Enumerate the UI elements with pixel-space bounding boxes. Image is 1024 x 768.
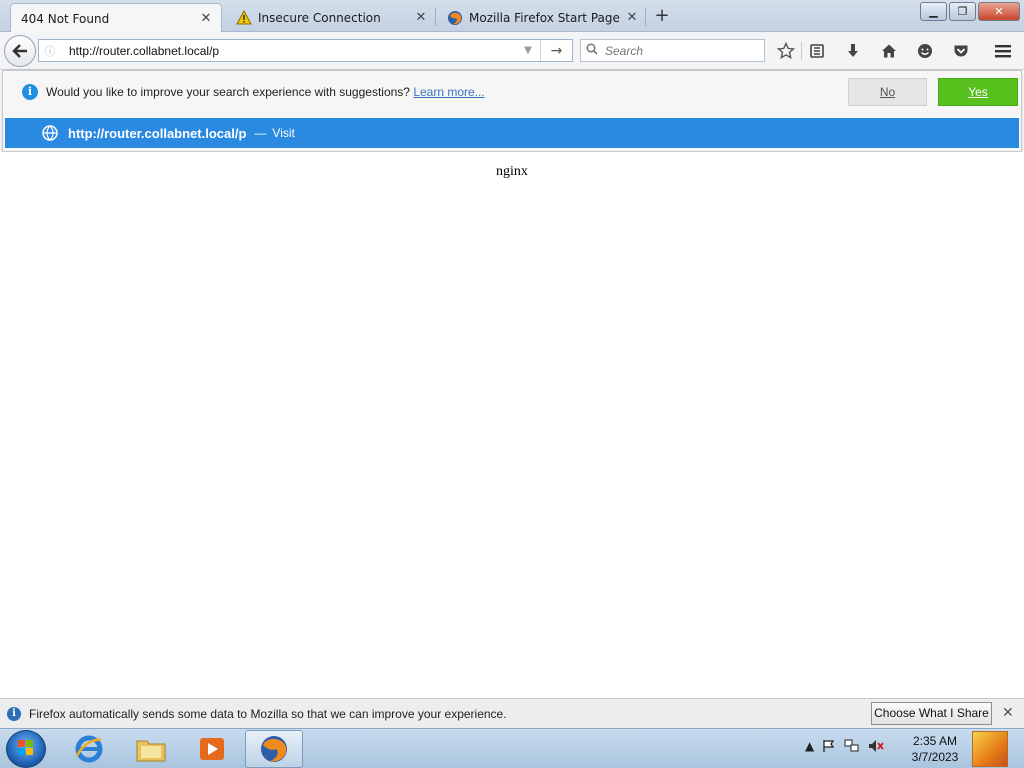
bookmark-star-icon[interactable] <box>776 41 796 61</box>
system-tray: ▲ <box>805 739 884 756</box>
file-explorer-taskbar-icon[interactable] <box>122 730 180 768</box>
server-signature: nginx <box>496 164 528 179</box>
search-suggestions-prompt: i Would you like to improve your search … <box>3 71 1021 115</box>
action-center-flag-icon[interactable] <box>822 739 836 756</box>
clock-time: 2:35 AM <box>912 734 958 748</box>
visit-suggestion-row[interactable]: http://router.collabnet.local/p — Visit <box>5 118 1019 148</box>
info-icon: i <box>7 707 21 721</box>
tab-insecure-connection[interactable]: Insecure Connection ✕ <box>226 3 436 32</box>
toolbar-separator <box>801 42 802 60</box>
suggestions-message: Would you like to improve your search ex… <box>46 85 485 99</box>
tab-strip: 404 Not Found ✕ Insecure Connection ✕ Mo… <box>0 0 1024 33</box>
maximize-button[interactable]: ❐ <box>949 2 976 21</box>
internet-explorer-taskbar-icon[interactable] <box>60 730 118 768</box>
tab-title: Insecure Connection <box>258 10 381 25</box>
page-content: nginx <box>0 152 1024 698</box>
downloads-icon[interactable] <box>843 41 863 61</box>
new-tab-button[interactable]: + <box>652 6 672 26</box>
tab-title: Mozilla Firefox Start Page <box>469 10 620 25</box>
volume-muted-icon[interactable] <box>868 739 884 756</box>
menu-icon[interactable] <box>993 41 1013 61</box>
tab-mozilla-firefox-start-page[interactable]: Mozilla Firefox Start Page ✕ <box>437 3 647 32</box>
network-icon[interactable] <box>844 739 860 756</box>
url-history-dropdown-icon[interactable]: ▼ <box>516 45 540 56</box>
close-tab-icon[interactable]: ✕ <box>199 11 213 26</box>
search-icon[interactable] <box>581 43 603 58</box>
hello-icon[interactable] <box>915 41 935 61</box>
close-window-button[interactable]: ✕ <box>978 2 1020 21</box>
visit-label: Visit <box>272 126 295 140</box>
show-desktop-button[interactable] <box>972 731 1008 767</box>
tab-separator <box>645 8 646 26</box>
search-input[interactable] <box>603 43 764 58</box>
back-arrow-icon <box>12 44 27 58</box>
firefox-icon <box>447 10 463 26</box>
tab-title: 404 Not Found <box>21 11 110 26</box>
tab-404-not-found[interactable]: 404 Not Found ✕ <box>10 3 222 33</box>
data-notification-bar: i Firefox automatically sends some data … <box>0 698 1024 728</box>
url-bar[interactable]: ⓘ ▼ → <box>38 39 573 62</box>
visit-dash: — <box>254 126 267 140</box>
navigation-toolbar: ⓘ ▼ → <box>0 32 1024 70</box>
search-bar[interactable] <box>580 39 765 62</box>
info-icon: i <box>22 84 38 100</box>
close-tab-icon[interactable]: ✕ <box>414 10 428 25</box>
show-hidden-icons-icon[interactable]: ▲ <box>805 739 814 756</box>
notification-message: Firefox automatically sends some data to… <box>29 707 507 721</box>
visit-url: http://router.collabnet.local/p <box>68 125 247 141</box>
no-button[interactable]: No <box>848 78 927 106</box>
tab-separator <box>435 8 436 26</box>
media-player-taskbar-icon[interactable] <box>183 730 241 768</box>
choose-what-i-share-button[interactable]: Choose What I Share <box>871 702 992 725</box>
close-tab-icon[interactable]: ✕ <box>625 10 639 25</box>
start-button[interactable] <box>6 730 46 768</box>
globe-icon <box>42 125 58 141</box>
url-input[interactable] <box>61 43 516 58</box>
window-controls: ▁ ❐ ✕ <box>918 2 1020 21</box>
firefox-taskbar-icon[interactable] <box>245 730 303 768</box>
learn-more-link[interactable]: Learn more... <box>413 85 484 99</box>
warning-icon <box>236 9 252 26</box>
clock-date: 3/7/2023 <box>911 750 959 764</box>
url-autocomplete-popup: i Would you like to improve your search … <box>2 70 1022 152</box>
pocket-icon[interactable] <box>951 41 971 61</box>
windows-taskbar: ▲ 2:35 AM 3/7/2023 <box>0 728 1024 768</box>
home-icon[interactable] <box>879 41 899 61</box>
system-clock[interactable]: 2:35 AM 3/7/2023 <box>905 733 965 765</box>
site-identity-icon[interactable]: ⓘ <box>39 43 61 59</box>
close-icon[interactable]: ✕ <box>1002 705 1014 721</box>
reading-list-icon[interactable] <box>807 41 827 61</box>
suggestions-message-text: Would you like to improve your search ex… <box>46 85 410 99</box>
go-arrow-icon[interactable]: → <box>540 40 572 61</box>
back-button[interactable] <box>4 35 36 67</box>
minimize-button[interactable]: ▁ <box>920 2 947 21</box>
yes-button[interactable]: Yes <box>938 78 1018 106</box>
